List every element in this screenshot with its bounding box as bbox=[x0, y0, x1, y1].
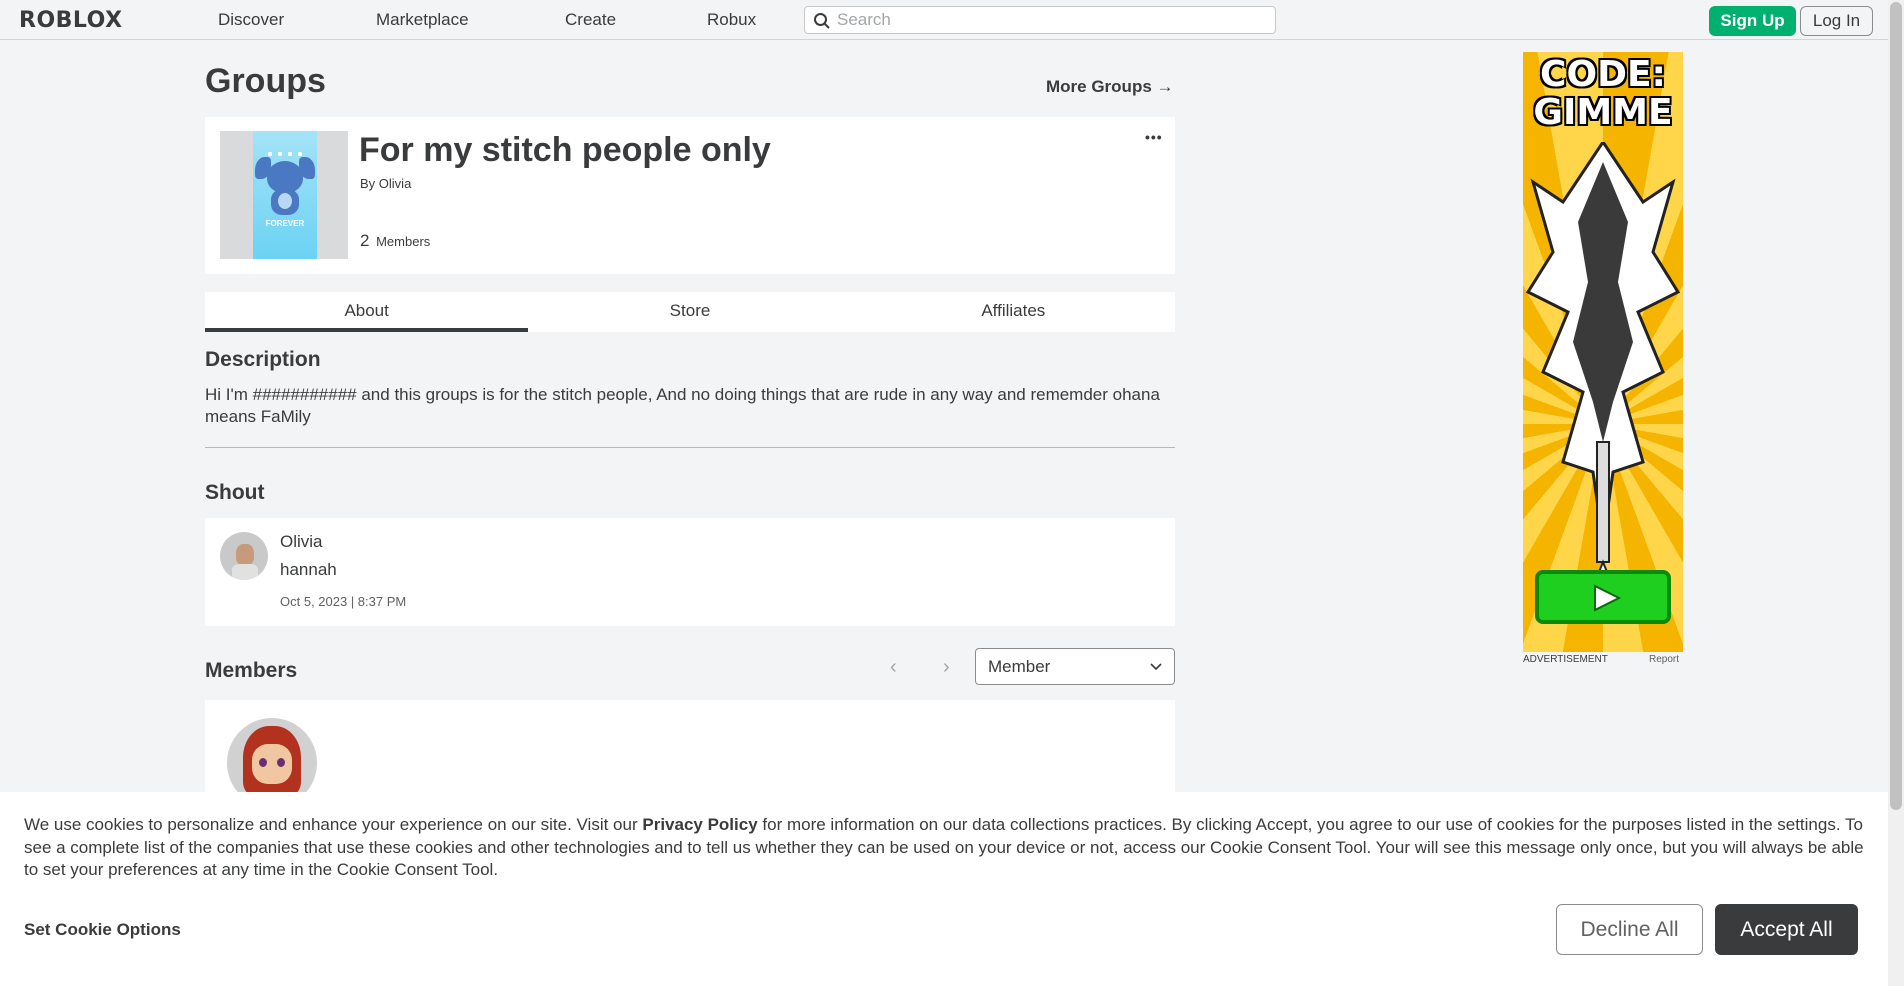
role-select[interactable]: Member bbox=[975, 648, 1175, 685]
privacy-policy-link[interactable]: Privacy Policy bbox=[642, 815, 757, 834]
search-icon bbox=[814, 13, 830, 29]
more-options-icon[interactable]: ••• bbox=[1145, 129, 1163, 145]
cookie-text-before: We use cookies to personalize and enhanc… bbox=[24, 815, 643, 834]
nav-marketplace[interactable]: Marketplace bbox=[376, 10, 469, 30]
group-name: For my stitch people only bbox=[359, 131, 771, 169]
play-icon bbox=[1594, 584, 1622, 612]
shout-card: Olivia hannah Oct 5, 2023 | 8:37 PM bbox=[205, 518, 1175, 626]
shout-title: Shout bbox=[205, 481, 265, 504]
search-box[interactable] bbox=[804, 6, 1276, 34]
group-emblem: FOREVER bbox=[220, 131, 348, 259]
shout-username[interactable]: Olivia bbox=[280, 532, 323, 552]
decline-all-button[interactable]: Decline All bbox=[1556, 904, 1703, 955]
stitch-image: FOREVER bbox=[253, 131, 317, 259]
group-member-count: 2 Members bbox=[360, 231, 430, 251]
ad-title: CODE: GIMME bbox=[1533, 54, 1673, 133]
member-count-number: 2 bbox=[360, 231, 370, 250]
group-tabs: About Store Affiliates bbox=[205, 292, 1175, 332]
emblem-text: FOREVER bbox=[265, 219, 305, 228]
by-label: By bbox=[360, 176, 376, 191]
scrollbar-thumb[interactable] bbox=[1890, 2, 1902, 810]
group-owner: By Olivia bbox=[360, 176, 411, 191]
owner-link[interactable]: Olivia bbox=[379, 176, 412, 191]
more-groups-link[interactable]: More Groups → bbox=[1046, 77, 1174, 97]
tab-affiliates[interactable]: Affiliates bbox=[852, 292, 1175, 332]
ad-label: ADVERTISEMENT bbox=[1523, 654, 1608, 665]
nav-discover[interactable]: Discover bbox=[218, 10, 284, 30]
chevron-down-icon bbox=[1150, 663, 1162, 671]
description-text: Hi I'm ########### and this groups is fo… bbox=[205, 385, 1160, 426]
top-nav: ROBLOX Discover Marketplace Create Robux… bbox=[0, 0, 1888, 40]
cookie-banner: We use cookies to personalize and enhanc… bbox=[0, 792, 1888, 986]
accept-all-button[interactable]: Accept All bbox=[1715, 904, 1858, 955]
signup-button[interactable]: Sign Up bbox=[1709, 6, 1796, 36]
page-title: Groups bbox=[205, 62, 326, 100]
pager-prev-icon[interactable]: ‹ bbox=[890, 656, 897, 679]
shout-message: hannah bbox=[280, 560, 337, 579]
role-select-value: Member bbox=[988, 657, 1051, 676]
group-header-card: FOREVER For my stitch people only By Oli… bbox=[205, 117, 1175, 274]
ad-report-link[interactable]: Report bbox=[1649, 654, 1679, 665]
tab-store[interactable]: Store bbox=[528, 292, 851, 332]
sword-art bbox=[1525, 142, 1681, 605]
pager-next-icon[interactable]: › bbox=[943, 656, 950, 679]
set-cookie-options-link[interactable]: Set Cookie Options bbox=[24, 920, 181, 940]
login-button[interactable]: Log In bbox=[1800, 6, 1873, 36]
member-count-label: Members bbox=[376, 234, 431, 249]
nav-create[interactable]: Create bbox=[565, 10, 616, 30]
members-title: Members bbox=[205, 659, 298, 682]
cookie-text: We use cookies to personalize and enhanc… bbox=[24, 814, 1864, 882]
description-title: Description bbox=[205, 348, 321, 371]
play-button[interactable] bbox=[1535, 570, 1671, 624]
tab-about[interactable]: About bbox=[205, 292, 529, 332]
advertisement-banner[interactable]: CODE: GIMME bbox=[1523, 52, 1683, 652]
search-input[interactable] bbox=[837, 10, 1267, 30]
shout-avatar[interactable] bbox=[220, 532, 268, 580]
roblox-logo[interactable]: ROBLOX bbox=[19, 8, 123, 33]
shout-timestamp: Oct 5, 2023 | 8:37 PM bbox=[280, 594, 407, 609]
nav-robux[interactable]: Robux bbox=[707, 10, 756, 30]
section-divider bbox=[205, 447, 1175, 448]
